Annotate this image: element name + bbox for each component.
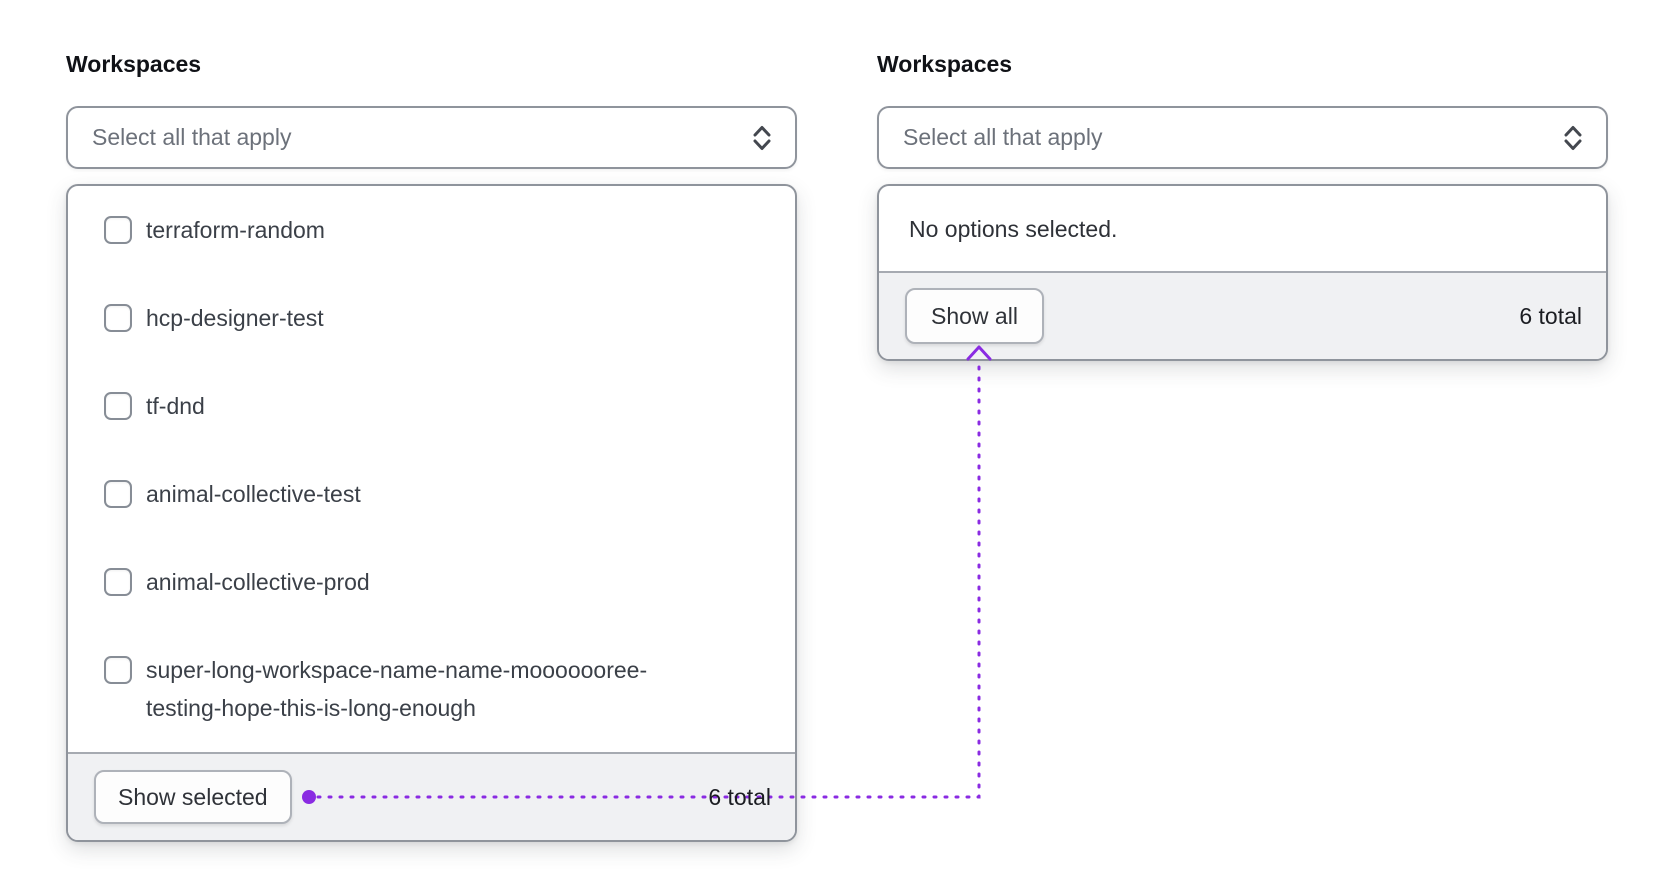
dropdown-footer: Show all 6 total (879, 271, 1606, 359)
option-label: animal-collective-test (146, 481, 361, 507)
field-label: Workspaces (877, 51, 1013, 77)
checkbox[interactable] (104, 568, 132, 596)
empty-state: No options selected. (879, 186, 1606, 271)
option-list: terraform-random hcp-designer-test tf-dn… (68, 186, 795, 752)
option-label: tf-dnd (146, 393, 205, 419)
workspaces-multiselect-left: Workspaces Select all that apply terrafo… (66, 50, 797, 842)
workspaces-multiselect-right: Workspaces Select all that apply No opti… (877, 50, 1608, 361)
option-terraform-random[interactable]: terraform-random (68, 186, 795, 274)
checkbox[interactable] (104, 392, 132, 420)
empty-message: No options selected. (909, 215, 1118, 242)
option-label: animal-collective-prod (146, 569, 370, 595)
chevrons-up-down-icon (749, 122, 775, 154)
chevrons-up-down-icon (1560, 122, 1586, 154)
field-label: Workspaces (66, 51, 202, 77)
option-tf-dnd[interactable]: tf-dnd (68, 362, 795, 450)
select-trigger[interactable]: Select all that apply (877, 106, 1608, 169)
total-count: 6 total (708, 783, 771, 810)
option-label: super-long-workspace-name-name-moooooore… (146, 657, 648, 721)
option-label: hcp-designer-test (146, 305, 324, 331)
options-dropdown: terraform-random hcp-designer-test tf-dn… (66, 184, 797, 842)
option-hcp-designer-test[interactable]: hcp-designer-test (68, 274, 795, 362)
select-trigger[interactable]: Select all that apply (66, 106, 797, 169)
total-count: 6 total (1519, 302, 1582, 329)
select-placeholder: Select all that apply (903, 124, 1103, 150)
checkbox[interactable] (104, 216, 132, 244)
selected-dropdown: No options selected. Show all 6 total (877, 184, 1608, 361)
option-super-long-workspace[interactable]: super-long-workspace-name-name-moooooore… (68, 626, 795, 752)
show-all-button[interactable]: Show all (905, 288, 1044, 344)
checkbox[interactable] (104, 480, 132, 508)
dropdown-footer: Show selected 6 total (68, 752, 795, 840)
checkbox[interactable] (104, 304, 132, 332)
select-placeholder: Select all that apply (92, 124, 292, 150)
checkbox[interactable] (104, 656, 132, 684)
option-label: terraform-random (146, 217, 325, 243)
show-selected-button[interactable]: Show selected (94, 770, 292, 824)
option-animal-collective-prod[interactable]: animal-collective-prod (68, 538, 795, 626)
option-animal-collective-test[interactable]: animal-collective-test (68, 450, 795, 538)
